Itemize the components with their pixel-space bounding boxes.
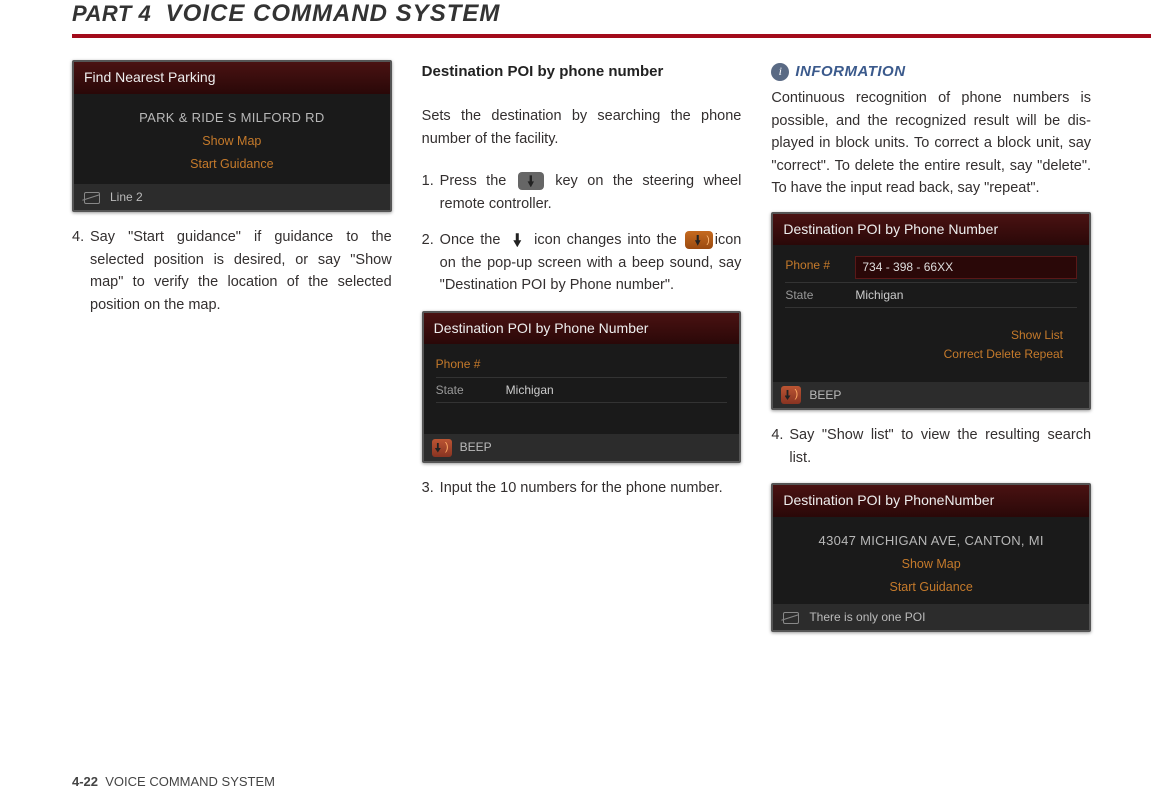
screenshot-body: Phone # 734 - 398 - 66XX State Michigan … xyxy=(773,245,1089,381)
step2-a: Once the xyxy=(440,232,507,248)
column-2: Destination POI by phone number Sets the… xyxy=(422,60,742,646)
section-heading: Destination POI by phone number xyxy=(422,60,742,83)
footer-text: There is only one POI xyxy=(809,608,925,627)
step-number: 4. xyxy=(771,424,789,469)
screenshot-body: Phone # State Michigan xyxy=(424,344,740,434)
poi-name: PARK & RIDE S MILFORD RD xyxy=(74,108,390,128)
action-show-list: Show List xyxy=(785,326,1063,345)
state-row: State Michigan xyxy=(785,283,1077,309)
action-start-guidance: Start Guidance xyxy=(773,578,1089,597)
screenshot-footer: BEEP xyxy=(773,382,1089,409)
phone-label: Phone # xyxy=(436,355,506,374)
screenshot-body: 43047 MICHIGAN AVE, CANTON, MI Show Map … xyxy=(773,517,1089,604)
action-show-map: Show Map xyxy=(74,132,390,151)
page-footer: 4-22 VOICE COMMAND SYSTEM xyxy=(72,774,275,789)
step-number: 2. xyxy=(422,229,440,296)
step-2: 2. Once the icon changes into the icon o… xyxy=(422,229,742,296)
step-text: Input the 10 numbers for the phone num­b… xyxy=(440,477,742,499)
step-text: Once the icon changes into the icon on t… xyxy=(440,229,742,296)
step-number: 4. xyxy=(72,226,90,316)
phone-label: Phone # xyxy=(785,256,855,279)
voice-key-icon xyxy=(518,172,544,190)
step-1: 1. Press the key on the steering wheel r… xyxy=(422,170,742,215)
info-icon: i xyxy=(771,63,789,81)
cancel-icon xyxy=(781,609,801,625)
step-4: 4. Say "Start guidance" if guidance to t… xyxy=(72,226,392,316)
content-columns: Find Nearest Parking PARK & RIDE S MILFO… xyxy=(0,60,1151,646)
footer-text: Line 2 xyxy=(110,188,143,207)
state-value: Michigan xyxy=(855,286,903,305)
screenshot-footer: There is only one POI xyxy=(773,604,1089,631)
screenshot-footer: Line 2 xyxy=(74,184,390,211)
step-text: Press the key on the steering wheel remo… xyxy=(440,170,742,215)
screenshot-title: Find Nearest Parking xyxy=(74,62,390,94)
step-3: 3. Input the 10 numbers for the phone nu… xyxy=(422,477,742,499)
phone-value: 734 - 398 - 66XX xyxy=(855,256,1077,279)
column-3: i INFORMATION Continuous recognition of … xyxy=(771,60,1091,646)
screenshot-poi-result: Destination POI by PhoneNumber 43047 MIC… xyxy=(771,483,1091,632)
cancel-icon xyxy=(82,189,102,205)
action-show-map: Show Map xyxy=(773,555,1089,574)
screenshot-poi-phone-blank: Destination POI by Phone Number Phone # … xyxy=(422,311,742,463)
screenshot-find-parking: Find Nearest Parking PARK & RIDE S MILFO… xyxy=(72,60,392,212)
information-heading: i INFORMATION xyxy=(771,60,1091,83)
voice-beep-icon xyxy=(432,439,452,457)
step-text: Say "Start guidance" if guidance to the … xyxy=(90,226,392,316)
footer-section: VOICE COMMAND SYSTEM xyxy=(105,774,275,789)
screenshot-poi-phone-filled: Destination POI by Phone Number Phone # … xyxy=(771,212,1091,411)
step-number: 3. xyxy=(422,477,440,499)
step-number: 1. xyxy=(422,170,440,215)
state-row: State Michigan xyxy=(436,378,728,404)
step-4b: 4. Say "Show list" to view the resulting… xyxy=(771,424,1091,469)
phone-row: Phone # xyxy=(436,352,728,378)
page-title: VOICE COMMAND SYSTEM xyxy=(166,0,501,27)
voice-beep-icon xyxy=(781,386,801,404)
state-value: Michigan xyxy=(506,381,554,400)
voice-plain-icon xyxy=(508,231,526,249)
footer-text: BEEP xyxy=(809,386,841,405)
phone-row: Phone # 734 - 398 - 66XX xyxy=(785,253,1077,283)
action-list: Show List Correct Delete Repeat xyxy=(785,308,1077,367)
info-label: INFORMATION xyxy=(795,60,905,83)
screenshot-title: Destination POI by Phone Number xyxy=(424,313,740,345)
page-number: 4-22 xyxy=(72,774,98,789)
page-header: PART 4 VOICE COMMAND SYSTEM xyxy=(72,0,1151,38)
screenshot-body: PARK & RIDE S MILFORD RD Show Map Start … xyxy=(74,94,390,184)
screenshot-title: Destination POI by PhoneNumber xyxy=(773,485,1089,517)
state-label: State xyxy=(436,381,506,400)
step1-a: Press the xyxy=(440,173,516,189)
result-address: 43047 MICHIGAN AVE, CANTON, MI xyxy=(773,531,1089,551)
action-start-guidance: Start Guidance xyxy=(74,155,390,174)
step-text: Say "Show list" to view the resulting se… xyxy=(789,424,1091,469)
info-text: Continuous recognition of phone numbers … xyxy=(771,87,1091,199)
footer-text: BEEP xyxy=(460,438,492,457)
section-intro: Sets the destination by searching the ph… xyxy=(422,105,742,150)
part-label: PART 4 xyxy=(72,1,151,26)
screenshot-footer: BEEP xyxy=(424,434,740,461)
screenshot-title: Destination POI by Phone Number xyxy=(773,214,1089,246)
action-correct-delete-repeat: Correct Delete Repeat xyxy=(785,345,1063,364)
voice-active-icon xyxy=(685,231,713,249)
column-1: Find Nearest Parking PARK & RIDE S MILFO… xyxy=(72,60,392,646)
step2-b: icon changes into the xyxy=(528,232,682,248)
state-label: State xyxy=(785,286,855,305)
